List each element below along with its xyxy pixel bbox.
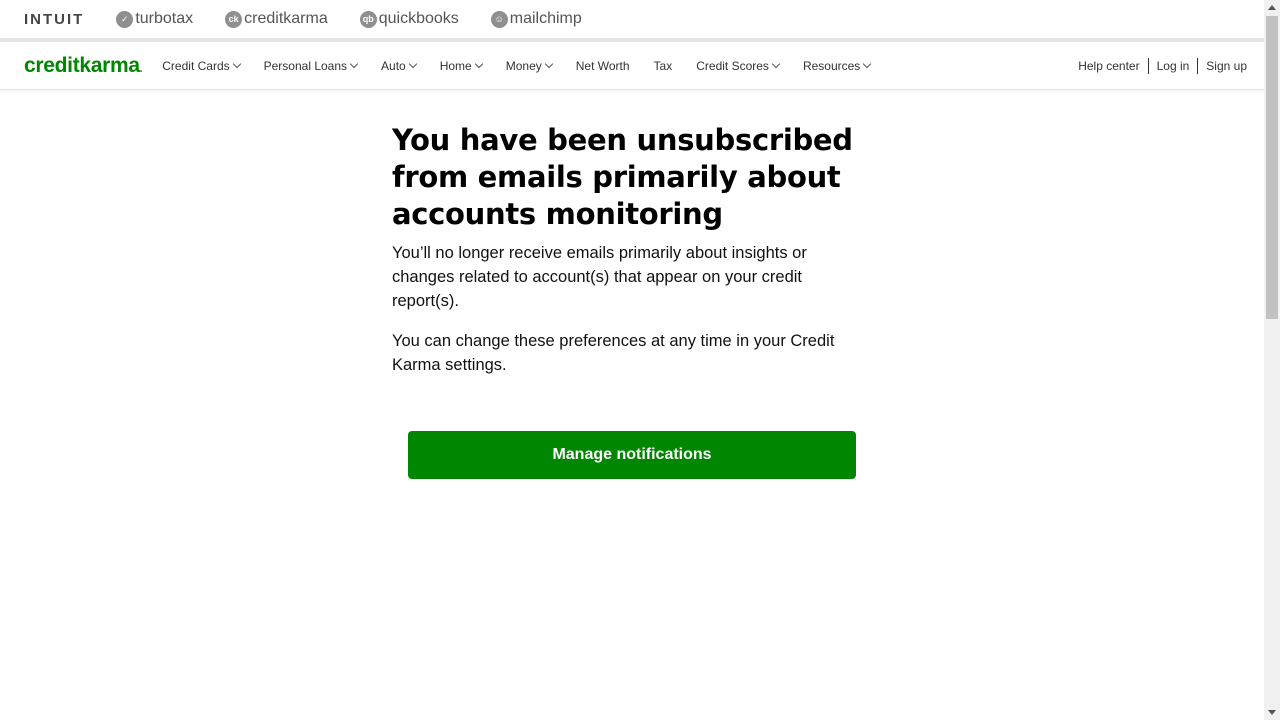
manage-notifications-button[interactable]: Manage notifications [408,431,856,479]
account-links: Help center Log in Sign up [1070,57,1255,74]
preferences-note: You can change these preferences at any … [392,332,835,374]
turbotax-link[interactable]: ✓ turbotax [116,10,193,28]
page-title: You have been unsubscribed from emails p… [392,123,853,231]
intuit-logo[interactable]: INTUIT [24,11,84,28]
chevron-down-icon [408,59,417,68]
nav-item-label: Money [505,58,542,73]
check-circle-icon: ✓ [116,10,134,28]
help-center-link[interactable]: Help center [1070,59,1147,73]
unsubscribe-description: You’ll no longer receive emails primaril… [392,244,807,310]
logo-text: creditkarma [24,53,140,77]
chevron-down-icon [863,59,872,68]
nav-menu: Credit Cards Personal Loans Auto Home Mo… [162,59,894,73]
nav-item-label: Credit Cards [162,58,230,73]
nav-item-credit-cards[interactable]: Credit Cards [162,58,241,73]
mailchimp-label: mailchimp [509,10,582,27]
nav-item-resources[interactable]: Resources [802,58,872,73]
quickbooks-label: quickbooks [378,10,459,27]
ck-circle-icon: ck [225,10,243,28]
scroll-thumb[interactable] [1266,16,1278,319]
log-in-link[interactable]: Log in [1149,59,1198,73]
mailchimp-circle-icon: ☺ [490,10,508,28]
logo-dot: . [139,63,143,75]
scroll-down-arrow-icon[interactable] [1268,710,1276,715]
nav-item-label: Home [439,58,472,73]
sign-up-link[interactable]: Sign up [1198,59,1255,73]
nav-item-label: Personal Loans [263,58,348,73]
scroll-up-arrow-icon[interactable] [1268,5,1276,10]
nav-item-label: Resources [802,58,861,73]
chevron-down-icon [232,59,241,68]
qb-circle-icon: qb [359,10,377,28]
turbotax-label: turbotax [135,10,194,27]
nav-item-personal-loans[interactable]: Personal Loans [263,58,359,73]
nav-item-credit-scores[interactable]: Credit Scores [696,58,781,73]
creditkarma-link[interactable]: ck creditkarma [225,10,328,28]
creditkarma-label: creditkarma [244,10,328,27]
nav-item-money[interactable]: Money [505,58,553,73]
chevron-down-icon [349,59,359,68]
chevron-down-icon [771,59,781,68]
unsubscribe-confirmation: You have been unsubscribed from emails p… [392,122,856,393]
nav-item-auto[interactable]: Auto [381,58,417,73]
nav-item-label: Tax [653,58,673,73]
nav-item-net-worth[interactable]: Net Worth [576,59,630,73]
chevron-down-icon [474,59,483,68]
chevron-down-icon [544,59,553,68]
mailchimp-link[interactable]: ☺ mailchimp [490,10,582,28]
nav-item-label: Credit Scores [696,58,769,73]
intuit-family-bar: INTUIT ✓ turbotax ck creditkarma qb quic… [0,0,1264,38]
page-scrollbar[interactable] [1264,0,1280,720]
nav-item-home[interactable]: Home [439,58,483,73]
nav-item-tax[interactable]: Tax [654,59,673,73]
creditkarma-logo[interactable]: creditkarma. [24,53,143,78]
quickbooks-link[interactable]: qb quickbooks [359,10,459,28]
nav-item-label: Auto [381,58,406,73]
nav-item-label: Net Worth [575,58,630,73]
main-nav: creditkarma. Credit Cards Personal Loans… [0,42,1264,90]
